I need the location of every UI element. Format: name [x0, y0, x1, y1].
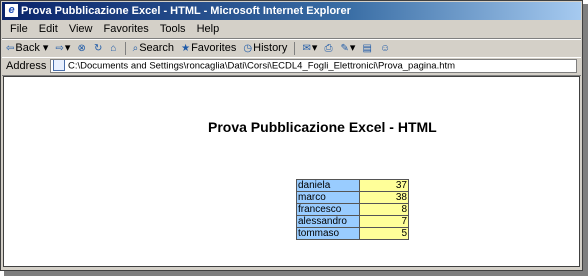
menu-tools[interactable]: Tools — [160, 21, 186, 38]
page-content: Prova Pubblicazione Excel - HTML daniela… — [3, 76, 580, 267]
name-cell: alessandro — [296, 215, 360, 228]
edit-icon: ✎ — [340, 43, 349, 54]
toolbar-separator-2 — [294, 41, 296, 55]
table-row: alessandro 7 — [296, 215, 409, 228]
forward-dropdown-icon[interactable]: ▾ — [65, 42, 71, 54]
favorites-icon: ★ — [181, 43, 191, 54]
history-label: History — [253, 42, 288, 54]
print-button[interactable]: ⎙ — [324, 40, 333, 57]
window-shadow-right — [583, 4, 588, 276]
mail-dropdown-icon[interactable]: ▾ — [312, 42, 318, 54]
address-bar: Address C:\Documents and Settings\roncag… — [2, 57, 581, 76]
table-row: marco 38 — [296, 191, 409, 204]
browser-window: e Prova Pubblicazione Excel - HTML - Mic… — [0, 0, 583, 271]
history-button[interactable]: ◷History — [243, 40, 287, 57]
favorites-label: Favorites — [191, 42, 237, 54]
table-row: francesco 8 — [296, 203, 409, 216]
table-row: tommaso 5 — [296, 227, 409, 240]
messenger-button[interactable]: ☺ — [380, 40, 391, 57]
table-row: daniela 37 — [296, 179, 409, 192]
name-cell: tommaso — [296, 227, 360, 240]
forward-button[interactable]: ⇨▾ — [56, 40, 71, 57]
menu-bar: File Edit View Favorites Tools Help — [2, 21, 581, 39]
value-cell: 8 — [359, 203, 409, 216]
name-cell: francesco — [296, 203, 360, 216]
stop-button[interactable]: ⊗ — [78, 40, 87, 57]
discuss-button[interactable]: ▤ — [363, 40, 373, 57]
mail-button[interactable]: ✉▾ — [302, 40, 317, 57]
search-label: Search — [139, 42, 175, 54]
menu-view[interactable]: View — [69, 21, 93, 38]
value-cell: 5 — [359, 227, 409, 240]
menu-favorites[interactable]: Favorites — [104, 21, 149, 38]
home-icon: ⌂ — [110, 43, 117, 54]
data-table: daniela 37 marco 38 francesco 8 alessand… — [296, 179, 409, 240]
address-input[interactable]: C:\Documents and Settings\roncaglia\Dati… — [50, 59, 577, 73]
discuss-icon: ▤ — [362, 43, 372, 54]
name-cell: daniela — [296, 179, 360, 192]
refresh-button[interactable]: ↻ — [94, 40, 103, 57]
history-icon: ◷ — [243, 43, 253, 54]
favorites-button[interactable]: ★Favorites — [181, 40, 236, 57]
print-icon: ⎙ — [324, 43, 333, 54]
back-button[interactable]: ⇦Back ▾ — [6, 40, 48, 57]
forward-arrow-icon: ⇨ — [55, 43, 64, 54]
back-arrow-icon: ⇦ — [6, 43, 15, 54]
value-cell: 7 — [359, 215, 409, 228]
page-icon — [53, 60, 65, 71]
internet-explorer-icon: e — [5, 4, 18, 17]
menu-help[interactable]: Help — [197, 21, 220, 38]
search-icon: ⌕ — [132, 43, 139, 54]
menu-edit[interactable]: Edit — [39, 21, 58, 38]
edit-dropdown-icon[interactable]: ▾ — [350, 42, 356, 54]
window-title: Prova Pubblicazione Excel - HTML - Micro… — [21, 5, 351, 17]
edit-button[interactable]: ✎▾ — [341, 40, 356, 57]
value-cell: 38 — [359, 191, 409, 204]
value-cell: 37 — [359, 179, 409, 192]
toolbar-separator — [124, 41, 126, 55]
page-title: Prova Pubblicazione Excel - HTML — [208, 119, 437, 135]
name-cell: marco — [296, 191, 360, 204]
search-button[interactable]: ⌕Search — [133, 40, 174, 57]
refresh-icon: ↻ — [93, 43, 103, 54]
back-dropdown-icon[interactable]: ▾ — [43, 42, 49, 54]
toolbar: ⇦Back ▾ ⇨▾ ⊗ ↻ ⌂ ⌕Search ★Favorites ◷His… — [2, 39, 581, 58]
address-value: C:\Documents and Settings\roncaglia\Dati… — [68, 60, 456, 72]
home-button[interactable]: ⌂ — [110, 40, 117, 57]
messenger-icon: ☺ — [380, 43, 391, 54]
address-label: Address — [6, 60, 47, 72]
menu-file[interactable]: File — [10, 21, 28, 38]
back-label: Back — [15, 42, 40, 54]
mail-icon: ✉ — [302, 43, 311, 54]
window-shadow-bottom — [4, 271, 588, 276]
title-bar[interactable]: e Prova Pubblicazione Excel - HTML - Mic… — [2, 2, 581, 20]
stop-icon: ⊗ — [77, 43, 86, 54]
